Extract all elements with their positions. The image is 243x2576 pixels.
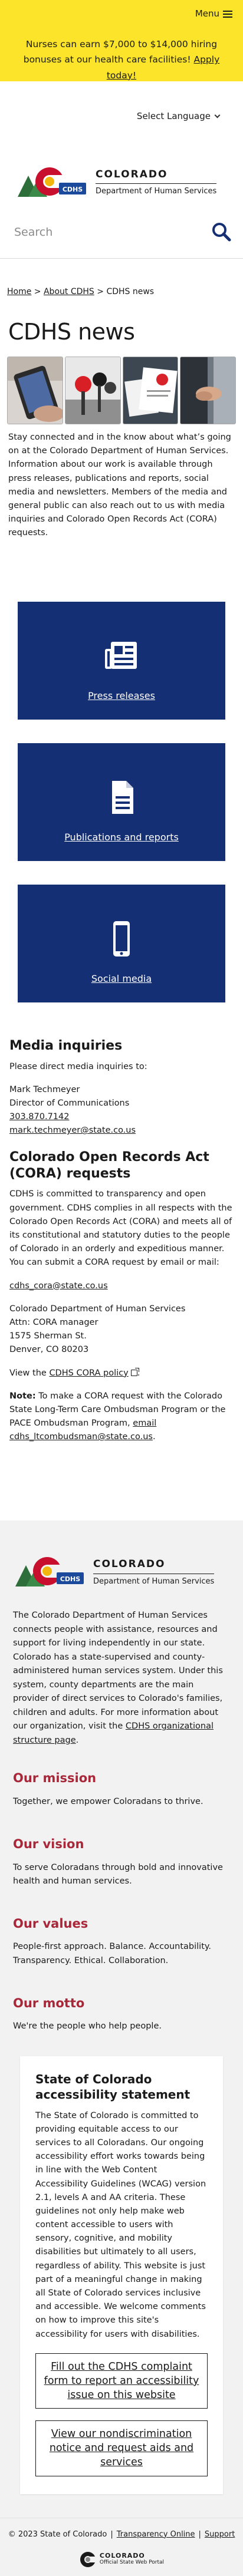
about-text: The Colorado Department of Human Service…	[13, 1611, 223, 1731]
breadcrumb-about[interactable]: About CDHS	[44, 287, 94, 296]
alert-text: Nurses can earn $7,000 to $14,000 hiring…	[23, 39, 218, 65]
menu-label: Menu	[195, 8, 219, 19]
note-label: Note:	[9, 1391, 36, 1401]
cora-email-link[interactable]: cdhs_cora@state.co.us	[9, 1281, 108, 1291]
publications-card[interactable]: Publications and reports	[18, 743, 225, 861]
card-label: Social media	[91, 973, 152, 984]
logo-text: COLORADO Department of Human Services	[96, 167, 217, 197]
contact-email-link[interactable]: mark.techmeyer@state.co.us	[9, 1126, 136, 1135]
search-bar: Search	[0, 207, 243, 258]
mission-text: Together, we empower Coloradans to thriv…	[13, 1796, 203, 1806]
document-icon	[103, 779, 140, 816]
breadcrumb-home[interactable]: Home	[7, 287, 31, 296]
card-label: Press releases	[88, 690, 155, 701]
accessibility-heading: State of Colorado accessibility statemen…	[35, 2072, 191, 2102]
svg-text:CDHS: CDHS	[63, 186, 83, 193]
complaint-form-button[interactable]: Fill out the CDHS complaint form to repo…	[35, 2353, 208, 2409]
values-heading: Our values	[13, 1916, 88, 1931]
vision-heading: Our vision	[13, 1837, 84, 1852]
contact-title: Director of Communications	[9, 1098, 130, 1108]
chevron-down-icon	[214, 112, 221, 118]
nondiscrimination-button[interactable]: View our nondiscrimination notice and re…	[35, 2420, 208, 2476]
address-line: Attn: CORA manager	[9, 1317, 98, 1327]
portal-text: COLORADO Official State Web Portal	[100, 2552, 164, 2566]
media-direct-text: Please direct media inquiries to:	[9, 1061, 147, 1071]
accessibility-text: The State of Colorado is committed to pr…	[35, 2110, 206, 2339]
social-media-card[interactable]: Social media	[18, 885, 225, 1002]
cora-note: Note: To make a CORA request with the Co…	[9, 1391, 226, 1442]
logo-text: COLORADO Department of Human Services	[93, 1556, 215, 1587]
copyright: © 2023 State of Colorado	[8, 2529, 107, 2539]
card-label: Publications and reports	[64, 832, 179, 843]
values-text: People-first approach. Balance. Accounta…	[13, 1942, 211, 1965]
phone-photo	[7, 357, 63, 424]
page-title: CDHS news	[8, 319, 135, 345]
footer-about: The Colorado Department of Human Service…	[13, 1611, 223, 1745]
alert-banner: Menu Nurses can earn $7,000 to $14,000 h…	[0, 0, 243, 81]
bottom-links: © 2023 State of Colorado | Transparency On…	[8, 2529, 235, 2539]
news-cards: Press releases Publications and reports …	[0, 602, 243, 1002]
accessibility-statement: State of Colorado accessibility statemen…	[20, 2056, 223, 2494]
logo-state: COLORADO	[96, 167, 217, 184]
cora-body: CDHS is committed to transparency and op…	[9, 1189, 232, 1268]
alert-message: Nurses can earn $7,000 to $14,000 hiring…	[11, 37, 232, 83]
breadcrumb-separator: >	[97, 287, 104, 296]
cdhs-logo-icon: CDHS	[13, 1551, 90, 1592]
search-icon[interactable]	[211, 222, 235, 245]
search-input[interactable]: Search	[14, 222, 52, 258]
portal-state: COLORADO	[99, 2552, 145, 2560]
cora-section: Colorado Open Records Act (CORA) request…	[0, 1137, 243, 1444]
svg-text:CDHS: CDHS	[60, 1575, 80, 1583]
smartphone-icon	[103, 920, 140, 958]
footer: CDHS COLORADO Department of Human Servic…	[0, 1520, 243, 2518]
portal-subtitle: Official State Web Portal	[99, 2559, 165, 2566]
logo-department: Department of Human Services	[96, 187, 217, 196]
vision-text: To serve Coloradans through bold and inn…	[13, 1862, 223, 1886]
note-text: To make a CORA request with the Colorado…	[9, 1391, 226, 1429]
breadcrumb-current: CDHS news	[106, 287, 155, 296]
cdhs-logo-icon: CDHS	[15, 161, 92, 203]
cora-policy-link[interactable]: CDHS CORA policy	[49, 1368, 128, 1378]
mission-heading: Our mission	[13, 1771, 97, 1786]
newspaper-icon	[103, 637, 140, 675]
logo-state: COLORADO	[93, 1556, 215, 1574]
language-label: Select Language	[136, 111, 211, 121]
language-selector[interactable]: Select Language	[0, 81, 243, 153]
address-line: Denver, CO 80203	[9, 1345, 89, 1355]
press-releases-card[interactable]: Press releases	[18, 602, 225, 720]
intro-text: Stay connected and in the know about wha…	[8, 433, 231, 538]
handshake-photo	[180, 357, 236, 424]
policy-prefix: View the	[9, 1368, 47, 1378]
contact-phone-link[interactable]: 303.870.7142	[9, 1112, 69, 1122]
support-link[interactable]: Support	[205, 2530, 235, 2539]
media-heading: Media inquiries	[9, 1038, 123, 1053]
motto-text: We're the people who help people.	[13, 2021, 162, 2031]
press-photo	[122, 357, 179, 424]
menu-button[interactable]: Menu	[11, 7, 232, 24]
logo-department: Department of Human Services	[93, 1576, 215, 1586]
address-line: 1575 Sherman St.	[9, 1331, 87, 1341]
contact-name: Mark Techmeyer	[9, 1084, 80, 1094]
site-logo[interactable]: CDHS COLORADO Department of Human Servic…	[0, 153, 243, 207]
motto-heading: Our motto	[13, 1996, 85, 2010]
external-link-icon	[130, 1367, 139, 1376]
cora-heading: Colorado Open Records Act (CORA) request…	[9, 1150, 209, 1181]
state-portal-logo[interactable]: COLORADO Official State Web Portal	[6, 2549, 237, 2570]
hamburger-icon	[223, 10, 232, 18]
transparency-link[interactable]: Transparency Online	[117, 2530, 195, 2539]
cora-policy-line: View the CDHS CORA policy.	[9, 1367, 140, 1378]
microphones-photo	[64, 357, 121, 424]
breadcrumb-separator: >	[34, 287, 41, 296]
footer-logo[interactable]: CDHS COLORADO Department of Human Servic…	[13, 1546, 230, 1597]
bottom-bar: © 2023 State of Colorado | Transparency On…	[0, 2517, 243, 2576]
address-line: Colorado Department of Human Services	[9, 1304, 186, 1314]
breadcrumb: Home > About CDHS > CDHS news	[0, 259, 243, 316]
colorado-c-icon	[80, 2551, 96, 2567]
photo-gallery	[0, 354, 243, 431]
media-inquiries-section: Media inquiries Please direct media inqu…	[0, 1026, 243, 1137]
